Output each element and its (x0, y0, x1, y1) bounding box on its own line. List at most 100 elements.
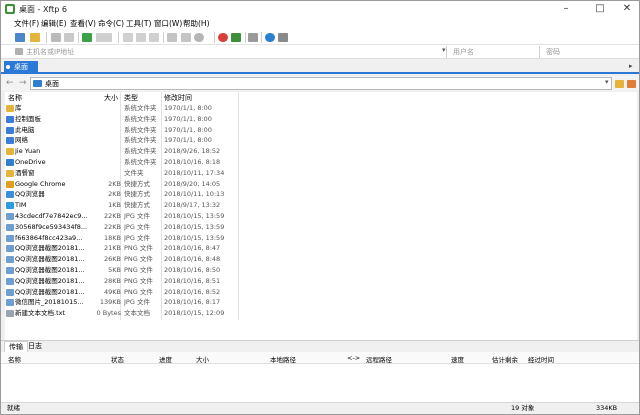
image-file-icon (6, 299, 14, 307)
transfer-col-eta[interactable]: 估计剩余 (492, 354, 518, 364)
host-input[interactable]: 主机名或IP地址 (26, 47, 74, 57)
menu-help[interactable]: 帮助(H) (183, 18, 210, 29)
chat-icon[interactable] (278, 33, 288, 42)
column-header-size[interactable]: 大小 (104, 93, 118, 103)
help-icon[interactable] (265, 33, 275, 42)
column-header-type[interactable]: 类型 (124, 93, 138, 103)
file-row[interactable]: 30568f9ce593434f8... 22KB JPG 文件 2018/10/15… (5, 222, 637, 233)
file-row[interactable]: 新建文本文档.txt 0 Bytes 文本文档 2018/10/15, 12:09 (5, 308, 637, 319)
file-row[interactable]: f663864f8cc423a9... 18KB JPG 文件 2018/10/15,… (5, 233, 637, 244)
open-folder-icon[interactable] (30, 33, 40, 42)
file-row[interactable]: 控制面板 系统文件夹 1970/1/1, 8:00 (5, 114, 637, 125)
file-type: PNG 文件 (124, 276, 153, 285)
file-type: PNG 文件 (124, 244, 153, 253)
xshell-icon[interactable] (218, 33, 228, 42)
image-file-icon (6, 223, 14, 231)
network-icon (6, 137, 14, 145)
tab-list-icon[interactable]: ▸ (629, 62, 633, 70)
xftp-icon[interactable] (231, 33, 241, 42)
refresh-icon[interactable] (82, 33, 92, 42)
file-type: 系统文件夹 (124, 114, 157, 123)
text-file-icon (6, 310, 14, 318)
file-row[interactable]: QQ浏览器截图20181... 28KB PNG 文件 2018/10/16, 8:5… (5, 276, 637, 287)
desktop-path-icon (33, 80, 42, 87)
transfer-col-size[interactable]: 大小 (196, 354, 209, 364)
file-modified: 2018/10/15, 12:09 (164, 309, 225, 318)
file-row[interactable]: TIM 1KB 快捷方式 2018/9/17, 13:32 (5, 200, 637, 211)
file-row[interactable]: OneDrive 系统文件夹 2018/10/16, 8:18 (5, 157, 637, 168)
file-row[interactable]: Jie Yuan 系统文件夹 2018/9/26, 18:52 (5, 146, 637, 157)
file-row[interactable]: QQ浏览器截图20181... 49KB PNG 文件 2018/10/16, 8:5… (5, 287, 637, 298)
toolbar-separator (118, 32, 119, 43)
menu-command[interactable]: 命令(C) (98, 18, 124, 29)
file-modified: 1970/1/1, 8:00 (164, 114, 212, 123)
file-row[interactable]: QQ浏览器截图20181... 5KB PNG 文件 2018/10/16, 8:50 (5, 265, 637, 276)
file-row[interactable]: 此电脑 系统文件夹 1970/1/1, 8:00 (5, 125, 637, 136)
disconnect-icon[interactable] (64, 33, 74, 42)
file-row[interactable]: 网络 系统文件夹 1970/1/1, 8:00 (5, 135, 637, 146)
file-size: 22KB (104, 222, 121, 231)
file-modified: 2018/10/15, 13:59 (164, 233, 225, 242)
maximize-button[interactable]: □ (586, 1, 614, 17)
file-row[interactable]: QQ浏览器截图20181... 26KB PNG 文件 2018/10/16, 8:4… (5, 254, 637, 265)
menu-tools[interactable]: 工具(T) (126, 18, 151, 29)
file-modified: 2018/10/16, 8:51 (164, 276, 221, 285)
transfer-col-local-path[interactable]: 本地路径 (270, 354, 296, 364)
file-row[interactable]: 酒餐窗 文件夹 2018/10/11, 17:34 (5, 168, 637, 179)
encoding-icon[interactable] (194, 33, 204, 42)
parent-folder-icon[interactable] (615, 80, 624, 88)
status-text: 就绪 (7, 404, 20, 412)
back-arrow-icon[interactable]: ← (6, 78, 14, 88)
username-input[interactable]: 用户名 (453, 47, 474, 57)
file-row[interactable]: Google Chrome 2KB 快捷方式 2018/9/20, 14:05 (5, 179, 637, 190)
file-name: 网络 (15, 136, 28, 145)
host-dropdown-icon[interactable]: ▾ (442, 46, 446, 54)
properties-icon[interactable] (167, 33, 177, 42)
copy-icon[interactable] (123, 33, 133, 42)
transfer-col-progress[interactable]: 进度 (159, 354, 172, 364)
link-icon[interactable] (51, 33, 61, 42)
delete-icon[interactable] (149, 33, 159, 42)
forward-arrow-icon[interactable]: → (19, 78, 27, 88)
menu-view[interactable]: 查看(V) (70, 18, 96, 29)
transfer-col-speed[interactable]: 速度 (451, 354, 464, 364)
path-dropdown-icon[interactable]: ▾ (605, 78, 609, 86)
transfer-col-status[interactable]: 状态 (111, 354, 124, 364)
transfer-col-remote-path[interactable]: 远程路径 (366, 354, 392, 364)
paste-icon[interactable] (136, 33, 146, 42)
menu-window[interactable]: 窗口(W) (154, 18, 182, 29)
column-header-name[interactable]: 名称 (8, 93, 22, 103)
file-modified: 2018/10/15, 13:59 (164, 212, 225, 220)
file-size: 26KB (104, 255, 121, 264)
sync-icon[interactable] (181, 33, 191, 42)
transfer-col-direction[interactable]: <-> (347, 354, 360, 362)
file-row[interactable]: QQ浏览器截图20181... 21KB PNG 文件 2018/10/16, 8:4… (5, 243, 637, 254)
file-row[interactable]: 库 系统文件夹 1970/1/1, 8:00 (5, 103, 637, 114)
close-button[interactable]: ✕ (613, 1, 639, 17)
settings-icon[interactable] (248, 33, 258, 42)
image-file-icon (6, 245, 14, 253)
file-row[interactable]: QQ浏览器 2KB 快捷方式 2018/10/11, 10:13 (5, 189, 637, 200)
transfer-col-name[interactable]: 名称 (8, 354, 21, 364)
new-session-icon[interactable] (15, 33, 25, 42)
transfer-col-elapsed[interactable]: 经过时间 (528, 354, 554, 364)
user-folder-icon (6, 148, 14, 156)
transfer-mode-icon[interactable] (96, 33, 112, 42)
file-row[interactable]: 43cdecdf7e7842ec9... 22KB JPG 文件 2018/10/15… (5, 211, 637, 222)
password-input[interactable]: 密码 (546, 47, 560, 57)
menu-file[interactable]: 文件(F) (14, 18, 39, 29)
tab-log[interactable]: 日志 (24, 341, 46, 352)
path-input[interactable] (30, 77, 612, 90)
column-header-modified[interactable]: 修改时间 (164, 93, 192, 103)
new-folder-icon[interactable] (627, 80, 636, 88)
minimize-button[interactable]: – (552, 1, 580, 17)
library-icon (6, 105, 14, 112)
file-modified: 2018/10/11, 17:34 (164, 168, 225, 177)
file-modified: 2018/10/16, 8:17 (164, 298, 221, 307)
chrome-icon (6, 180, 14, 188)
file-type: PNG 文件 (124, 266, 153, 274)
file-name: Jie Yuan (15, 147, 41, 156)
file-row[interactable]: 微信图片_20181015... 139KB JPG 文件 2018/10/16, 8… (5, 297, 637, 308)
path-value: 桌面 (45, 80, 59, 88)
menu-edit[interactable]: 编辑(E) (41, 18, 67, 29)
